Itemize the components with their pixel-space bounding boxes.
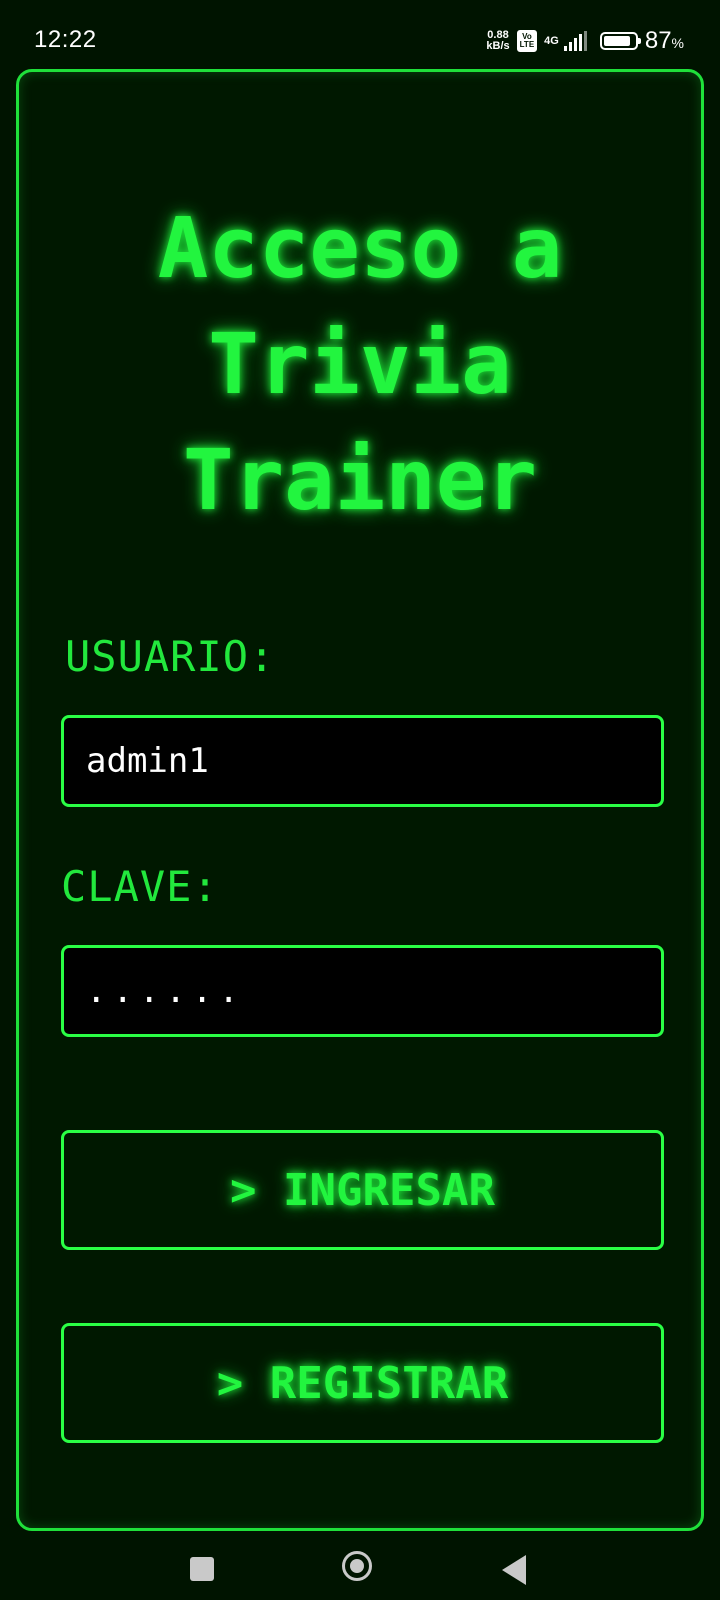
network-speed: 0.88 kB/s <box>486 30 509 52</box>
password-label: CLAVE: <box>61 862 219 911</box>
username-label: USUARIO: <box>65 632 276 681</box>
signal-icon <box>563 31 587 51</box>
network-type: 4G <box>544 34 559 47</box>
password-value: ...... <box>86 971 245 1011</box>
triangle-back-icon[interactable] <box>502 1555 526 1585</box>
page-title: Acceso a Trivia Trainer <box>19 190 701 538</box>
login-card: Acceso a Trivia Trainer USUARIO: admin1 … <box>16 69 704 1531</box>
title-line-2: Trivia <box>208 315 512 413</box>
username-field[interactable]: admin1 <box>61 715 664 807</box>
password-field[interactable]: ...... <box>61 945 664 1037</box>
status-bar: 12:22 0.88 kB/s Vo LTE 4G 87% <box>0 0 720 66</box>
battery-icon <box>599 32 641 50</box>
circle-home-icon[interactable] <box>342 1551 372 1581</box>
network-type-label: 4G <box>544 34 559 47</box>
status-time: 12:22 <box>34 26 97 53</box>
square-icon[interactable] <box>190 1557 214 1581</box>
battery-percent: 87% <box>645 27 684 55</box>
title-line-1: Acceso a <box>157 199 563 297</box>
volte-bottom: LTE <box>519 40 535 49</box>
status-icons: 0.88 kB/s Vo LTE 4G 87% <box>486 26 684 56</box>
username-value: admin1 <box>86 741 209 781</box>
title-line-3: Trainer <box>182 431 537 529</box>
network-speed-unit: kB/s <box>486 40 510 52</box>
battery-percent-value: 87 <box>644 27 672 54</box>
battery-percent-unit: % <box>671 35 684 51</box>
login-button[interactable]: > INGRESAR <box>61 1130 664 1250</box>
battery-fill <box>603 36 630 46</box>
navigation-bar <box>0 1531 720 1600</box>
volte-icon: Vo LTE <box>516 30 538 52</box>
register-button[interactable]: > REGISTRAR <box>61 1323 664 1443</box>
